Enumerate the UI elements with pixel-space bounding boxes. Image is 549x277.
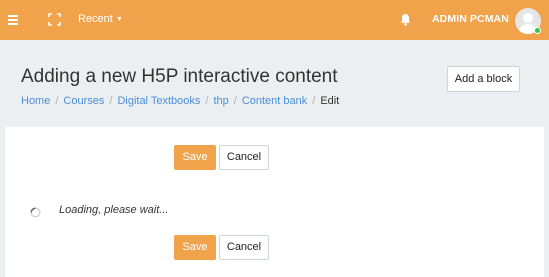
bell-icon[interactable] bbox=[399, 13, 412, 26]
editor-card bbox=[5, 127, 544, 277]
loading-message: Loading, please wait... bbox=[59, 204, 169, 216]
save-button-bottom[interactable]: Save bbox=[174, 235, 216, 260]
hamburger-icon[interactable] bbox=[8, 15, 18, 25]
breadcrumb-current: Edit bbox=[320, 95, 340, 107]
breadcrumb-item-thp[interactable]: thp bbox=[213, 95, 228, 107]
fullscreen-icon[interactable] bbox=[48, 13, 61, 26]
breadcrumb-separator: / bbox=[312, 95, 316, 107]
breadcrumb-separator: / bbox=[233, 95, 237, 107]
breadcrumb-separator: / bbox=[205, 95, 209, 107]
page-title: Adding a new H5P interactive content bbox=[21, 66, 338, 87]
chevron-down-icon: ▼ bbox=[115, 16, 123, 23]
recent-dropdown[interactable]: Recent ▼ bbox=[78, 13, 123, 25]
recent-label: Recent bbox=[78, 13, 113, 25]
breadcrumb-separator: / bbox=[109, 95, 113, 107]
breadcrumb-item-digital-textbooks[interactable]: Digital Textbooks bbox=[117, 95, 200, 107]
add-block-button[interactable]: Add a block bbox=[447, 66, 520, 92]
breadcrumb-item-home[interactable]: Home bbox=[21, 95, 50, 107]
loading-spinner-icon bbox=[30, 205, 41, 218]
user-name[interactable]: ADMIN PCMAN bbox=[432, 13, 509, 25]
top-navbar: Recent ▼ ADMIN PCMAN bbox=[0, 0, 549, 40]
breadcrumb: Home / Courses / Digital Textbooks / thp / Conte… bbox=[21, 95, 339, 107]
cancel-button-top[interactable]: Cancel bbox=[219, 145, 269, 170]
breadcrumb-item-courses[interactable]: Courses bbox=[63, 95, 104, 107]
breadcrumb-separator: / bbox=[55, 95, 59, 107]
cancel-button-bottom[interactable]: Cancel bbox=[219, 235, 269, 260]
breadcrumb-item-content-bank[interactable]: Content bank bbox=[242, 95, 307, 107]
online-status-indicator bbox=[534, 27, 541, 34]
save-button-top[interactable]: Save bbox=[174, 145, 216, 170]
